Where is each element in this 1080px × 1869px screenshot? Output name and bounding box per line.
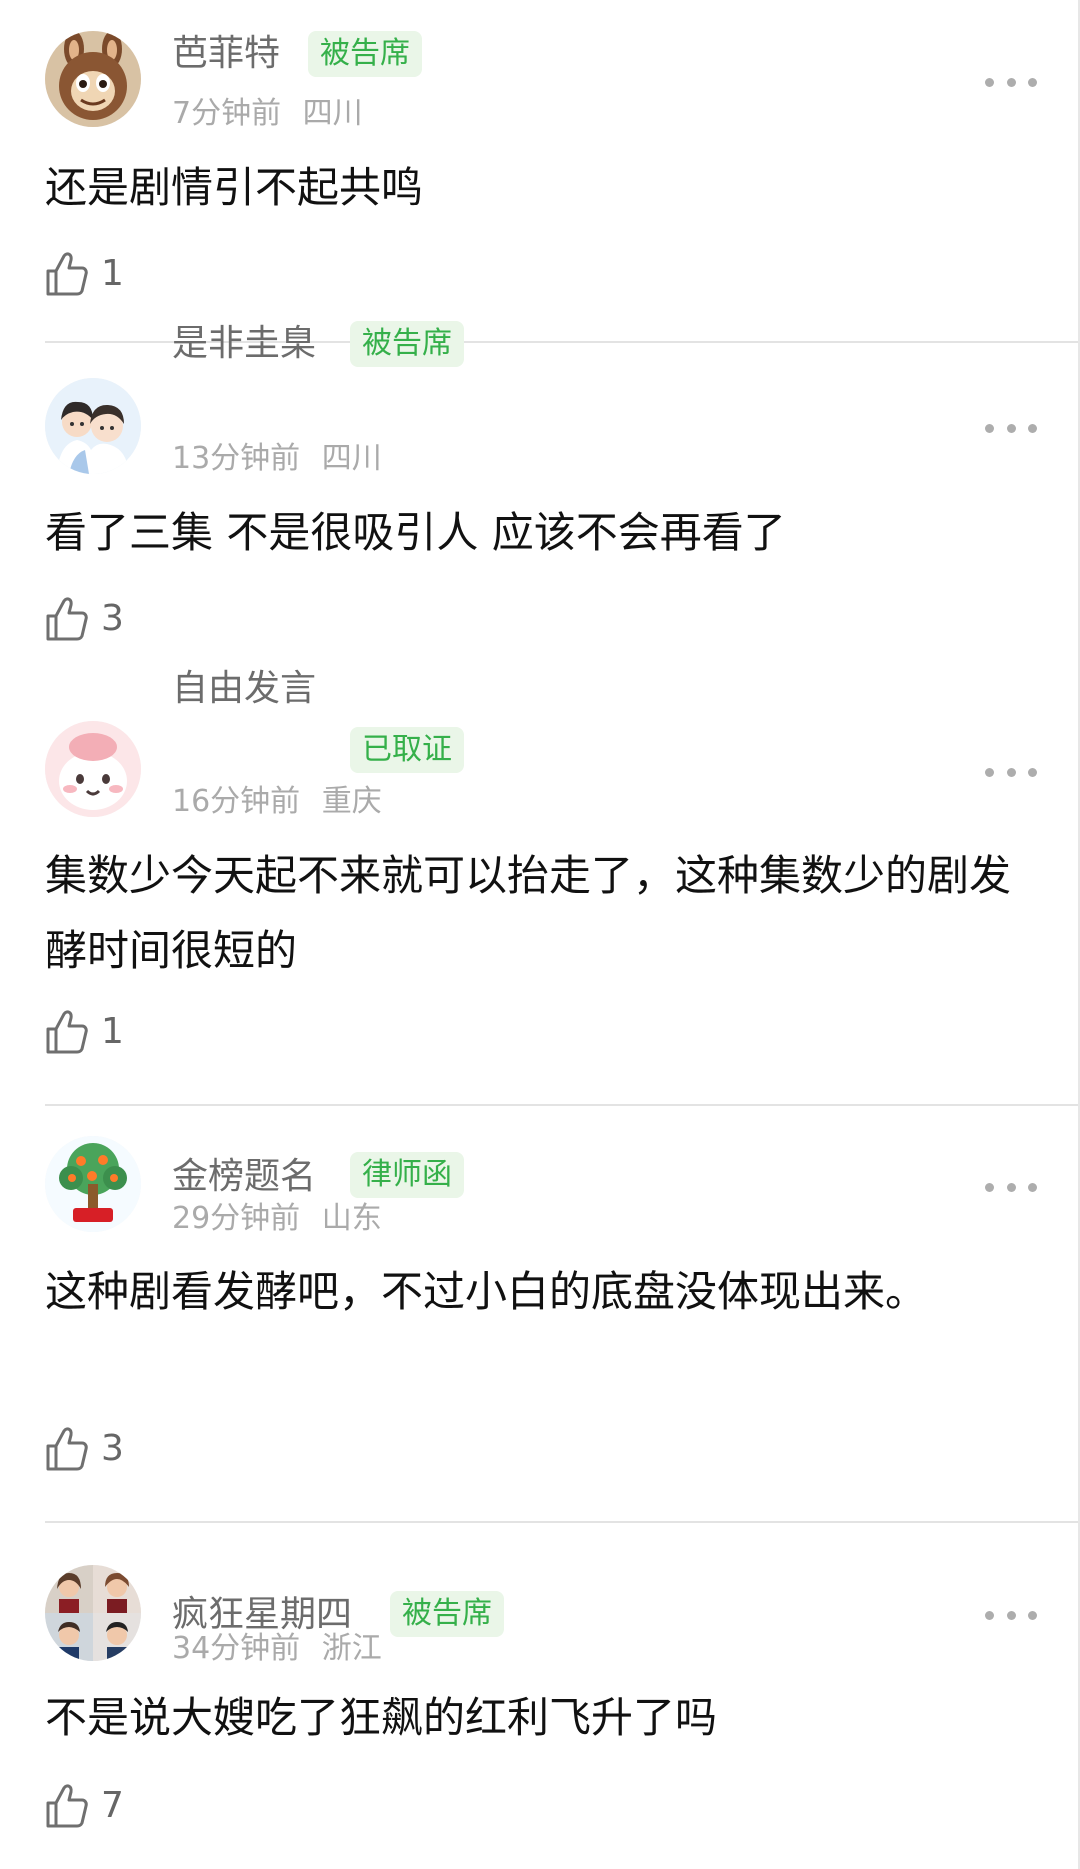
username[interactable]: 自由发言 [172,665,316,713]
comment-meta: 34分钟前 浙江 [172,1631,382,1667]
like-button[interactable]: 3 [45,591,124,647]
user-badge: 已取证 [350,727,464,773]
comment-text: 不是说大嫂吃了狂飙的红利飞升了吗 [45,1693,718,1742]
brown-plush-monster-avatar-icon [45,31,141,127]
comment-location: 山东 [321,1201,382,1236]
comment-text: 集数少今天起不来就可以抬走了，这种集数少的剧发酵时间很短的 [45,851,1012,975]
more-dot-icon [1006,423,1016,433]
like-button[interactable]: 1 [45,246,124,302]
username[interactable]: 金榜题名 [172,1153,316,1201]
comment-meta: 16分钟前 重庆 [172,784,382,820]
comment-location: 四川 [321,441,382,476]
thumbs-up-icon [46,1010,88,1054]
comment-time: 29分钟前 [172,1201,301,1236]
avatar[interactable] [45,1136,141,1232]
more-dot-icon [1028,1182,1037,1192]
username[interactable]: 芭菲特 [172,30,280,78]
more-options-button[interactable] [985,762,1037,782]
more-options-button[interactable] [985,1605,1037,1625]
pink-cartoon-avatar-icon [45,721,141,817]
money-tree-avatar-icon [45,1136,141,1232]
thumbs-up-icon [46,597,88,641]
more-dot-icon [1028,77,1037,87]
like-count: 7 [101,1785,124,1826]
comment-meta: 13分钟前 四川 [172,441,382,477]
more-dot-icon [985,77,994,87]
like-button[interactable]: 3 [45,1421,124,1477]
user-badge: 律师函 [350,1152,464,1198]
comment-divider [45,1104,1078,1106]
comment-location: 四川 [302,96,363,131]
avatar[interactable] [45,721,141,817]
more-dot-icon [1006,1182,1016,1192]
comment-text: 还是剧情引不起共鸣 [45,163,424,212]
more-options-button[interactable] [985,72,1037,92]
more-dot-icon [985,1610,994,1620]
like-count: 3 [101,1428,124,1469]
like-count: 3 [101,598,124,639]
more-dot-icon [1006,77,1016,87]
more-dot-icon [1028,767,1037,777]
more-dot-icon [1028,1610,1037,1620]
comment-location: 重庆 [321,784,382,819]
username[interactable]: 是非圭臬 [172,320,316,368]
more-options-button[interactable] [985,418,1037,438]
avatar[interactable] [45,31,141,127]
comment-location: 浙江 [321,1631,382,1666]
user-badge: 被告席 [350,321,464,367]
user-badge: 被告席 [308,31,422,77]
like-button[interactable]: 1 [45,1004,124,1060]
more-dot-icon [985,767,994,777]
thumbs-up-icon [46,1784,88,1828]
more-options-button[interactable] [985,1177,1037,1197]
four-portraits-avatar-icon [45,1565,141,1661]
comment-time: 13分钟前 [172,441,301,476]
more-dot-icon [1006,1610,1016,1620]
more-dot-icon [1028,423,1037,433]
comment-text: 这种剧看发酵吧，不过小白的底盘没体现出来。 [45,1267,928,1316]
comment-list: 芭菲特 被告席 7分钟前 四川 还是剧情引不起共鸣 1 是非圭臬 被告席 13分… [0,0,1080,1869]
user-badge: 被告席 [390,1591,504,1637]
like-count: 1 [101,1011,124,1052]
more-dot-icon [985,1182,994,1192]
comment-time: 7分钟前 [172,96,282,131]
more-dot-icon [1006,767,1016,777]
thumbs-up-icon [46,252,88,296]
like-count: 1 [101,253,124,294]
like-button[interactable]: 7 [45,1778,124,1834]
anime-couple-avatar-icon [45,378,141,474]
comment-time: 34分钟前 [172,1631,301,1666]
comment-divider [45,1521,1078,1523]
avatar[interactable] [45,378,141,474]
comment-time: 16分钟前 [172,784,301,819]
avatar[interactable] [45,1565,141,1661]
comment-text: 看了三集 不是很吸引人 应该不会再看了 [45,508,786,557]
thumbs-up-icon [46,1427,88,1471]
more-dot-icon [985,423,994,433]
comment-meta: 29分钟前 山东 [172,1201,382,1237]
comment-meta: 7分钟前 四川 [172,96,363,132]
